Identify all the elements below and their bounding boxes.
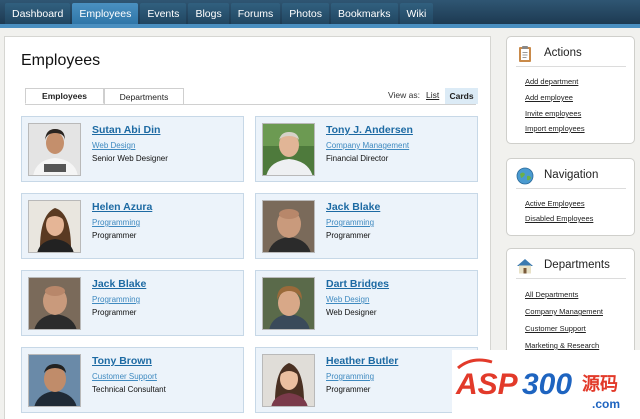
main-panel: Employees Employees Departments View as:… (4, 36, 491, 419)
view-cards-button[interactable]: Cards (445, 88, 478, 104)
marketing-research-link[interactable]: Marketing & Research (525, 341, 599, 350)
nav-tab-blogs[interactable]: Blogs (188, 3, 229, 24)
add-department-link[interactable]: Add department (525, 77, 578, 86)
view-list-link[interactable]: List (426, 90, 439, 100)
employee-photo[interactable] (262, 277, 315, 330)
navigation-header: Navigation (516, 165, 626, 189)
add-employee-link[interactable]: Add employee (525, 93, 573, 102)
employee-card: Jack Blake Programming Programmer (21, 270, 244, 336)
employee-title: Web Designer (326, 308, 377, 317)
view-as-label: View as: (388, 90, 420, 100)
globe-icon (516, 167, 534, 185)
employee-department-link[interactable]: Programming (92, 218, 140, 227)
house-icon (516, 257, 534, 275)
employee-photo[interactable] (262, 200, 315, 253)
invite-employees-link[interactable]: Invite employees (525, 109, 581, 118)
actions-box: Actions Add department Add employee Invi… (506, 36, 635, 144)
svg-text:.com: .com (592, 397, 620, 411)
page-title: Employees (21, 52, 101, 69)
tab-departments[interactable]: Departments (104, 88, 184, 104)
employee-title: Financial Director (326, 154, 389, 163)
employee-name-link[interactable]: Helen Azura (92, 201, 152, 213)
actions-title: Actions (544, 47, 582, 59)
active-employees-link[interactable]: Active Employees (525, 199, 585, 208)
employee-title: Senior Web Designer (92, 154, 168, 163)
employee-title: Programmer (326, 231, 371, 240)
employee-department-link[interactable]: Customer Support (92, 372, 157, 381)
navigation-box: Navigation Active Employees Disabled Emp… (506, 158, 635, 236)
clipboard-icon (516, 45, 534, 63)
top-navigation: Dashboard Employees Events Blogs Forums … (0, 0, 640, 24)
employee-name-link[interactable]: Heather Butler (326, 355, 398, 367)
employee-title: Programmer (92, 308, 137, 317)
view-tabs: Employees Departments (25, 88, 184, 104)
employee-photo[interactable] (28, 123, 81, 176)
employee-name-link[interactable]: Dart Bridges (326, 278, 389, 290)
navigation-title: Navigation (544, 169, 599, 181)
nav-tab-photos[interactable]: Photos (282, 3, 329, 24)
svg-text:ASP: ASP (455, 368, 519, 401)
employee-card: Helen Azura Programming Programmer (21, 193, 244, 259)
asp300-watermark-logo: ASP 300 源码 .com (452, 350, 640, 419)
employee-card: Tony J. Andersen Company Management Fina… (255, 116, 478, 182)
tab-employees[interactable]: Employees (25, 88, 104, 104)
employee-name-link[interactable]: Tony J. Andersen (326, 124, 413, 136)
employee-card: Sutan Abi Din Web Design Senior Web Desi… (21, 116, 244, 182)
svg-text:300: 300 (522, 368, 572, 401)
employee-card: Dart Bridges Web Design Web Designer (255, 270, 478, 336)
employee-name-link[interactable]: Jack Blake (92, 278, 146, 290)
import-employees-link[interactable]: Import employees (525, 124, 585, 133)
departments-title: Departments (544, 259, 610, 271)
tab-divider (25, 104, 476, 105)
company-management-link[interactable]: Company Management (525, 307, 603, 316)
nav-tab-employees[interactable]: Employees (72, 3, 139, 24)
employee-photo[interactable] (262, 123, 315, 176)
employee-name-link[interactable]: Jack Blake (326, 201, 380, 213)
employee-card: Heather Butler Programming Programmer (255, 347, 478, 413)
customer-support-link[interactable]: Customer Support (525, 324, 586, 333)
employee-photo[interactable] (28, 354, 81, 407)
nav-tab-events[interactable]: Events (140, 3, 187, 24)
employee-department-link[interactable]: Company Management (326, 141, 409, 150)
departments-header: Departments (516, 255, 626, 279)
employee-department-link[interactable]: Web Design (326, 295, 369, 304)
nav-tab-bookmarks[interactable]: Bookmarks (331, 3, 398, 24)
nav-tab-dashboard[interactable]: Dashboard (5, 3, 71, 24)
employee-photo[interactable] (28, 200, 81, 253)
employee-card: Jack Blake Programming Programmer (255, 193, 478, 259)
employee-department-link[interactable]: Programming (92, 295, 140, 304)
employee-card: Tony Brown Customer Support Technical Co… (21, 347, 244, 413)
actions-header: Actions (516, 43, 626, 67)
nav-tab-forums[interactable]: Forums (230, 3, 281, 24)
employee-department-link[interactable]: Programming (326, 218, 374, 227)
employee-department-link[interactable]: Programming (326, 372, 374, 381)
employee-title: Programmer (326, 385, 371, 394)
nav-underline (0, 24, 640, 28)
svg-text:源码: 源码 (582, 373, 618, 395)
employee-name-link[interactable]: Sutan Abi Din (92, 124, 160, 136)
employee-title: Programmer (92, 231, 137, 240)
employee-photo[interactable] (262, 354, 315, 407)
all-departments-link[interactable]: All Departments (525, 290, 578, 299)
employee-photo[interactable] (28, 277, 81, 330)
nav-tab-wiki[interactable]: Wiki (399, 3, 434, 24)
employee-name-link[interactable]: Tony Brown (92, 355, 152, 367)
employee-title: Technical Consultant (92, 385, 166, 394)
employee-department-link[interactable]: Web Design (92, 141, 135, 150)
disabled-employees-link[interactable]: Disabled Employees (525, 214, 593, 223)
